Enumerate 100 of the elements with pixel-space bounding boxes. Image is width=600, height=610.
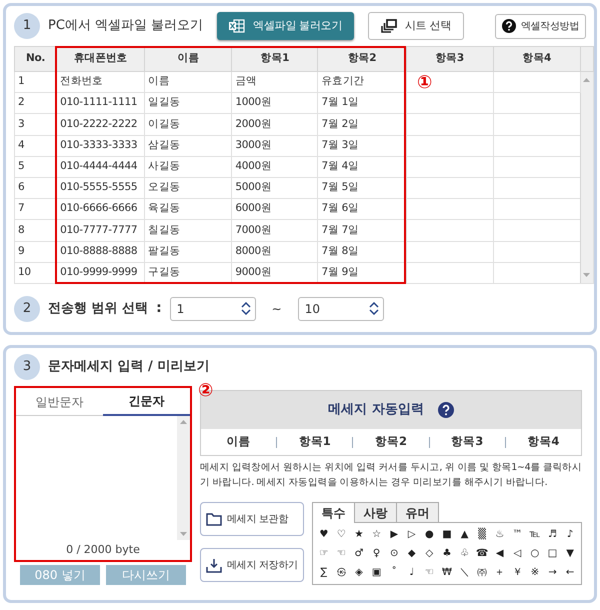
- section-title: PC에서 엑셀파일 불러오기: [48, 17, 204, 36]
- column-header: 휴대폰번호: [56, 46, 145, 72]
- symbol-key[interactable]: ♂: [350, 544, 368, 564]
- table-cell: 7월 3일: [318, 135, 406, 156]
- colon: :: [156, 299, 162, 318]
- table-cell: 유효기간: [318, 72, 406, 93]
- symbol-category-tab[interactable]: 특수: [312, 502, 355, 524]
- symbol-key[interactable]: ♀: [368, 544, 386, 564]
- symbol-key[interactable]: ₩: [438, 563, 456, 582]
- table-cell: 6000원: [232, 198, 318, 220]
- annotation-number: ①: [417, 74, 432, 92]
- symbol-key[interactable]: ▣: [368, 563, 386, 582]
- help-icon: [502, 19, 516, 33]
- symbol-key[interactable]: ♩: [402, 563, 421, 582]
- table-cell: 8000원: [232, 241, 318, 262]
- symbol-key[interactable]: ☜: [332, 544, 350, 564]
- symbol-category-tab[interactable]: 사랑: [354, 502, 397, 522]
- scrollbar[interactable]: [177, 416, 190, 540]
- excel-guide-button[interactable]: 엑셀작성방법: [494, 14, 586, 38]
- symbol-key[interactable]: ○: [526, 544, 544, 564]
- symbol-key[interactable]: ▷: [402, 525, 421, 544]
- symbol-key[interactable]: ☞: [315, 544, 333, 564]
- table-cell: 10: [14, 262, 57, 284]
- increment-icon: [368, 302, 379, 308]
- table-cell: 4: [14, 135, 57, 156]
- symbol-key[interactable]: →: [544, 563, 562, 582]
- symbol-key[interactable]: ⊙: [385, 544, 403, 564]
- table-cell: 삼길동: [144, 135, 232, 156]
- panel-title: 메세지 자동입력: [328, 401, 424, 420]
- table-cell: 4000원: [232, 156, 318, 178]
- symbol-key[interactable]: ˚: [385, 563, 403, 582]
- symbol-key[interactable]: ◆: [402, 544, 421, 564]
- column-header: No.: [14, 46, 57, 72]
- symbol-key[interactable]: ￥: [508, 563, 526, 582]
- table-cell: 010-1111-1111: [56, 92, 145, 114]
- symbol-key[interactable]: ＋: [490, 563, 509, 582]
- table-cell: 사길동: [144, 156, 232, 178]
- symbol-key[interactable]: □: [544, 544, 562, 564]
- symbol-key[interactable]: ☆: [368, 525, 386, 544]
- symbol-key[interactable]: ●: [420, 525, 438, 544]
- symbol-key[interactable]: ▒: [473, 525, 491, 544]
- symbol-key[interactable]: ▶: [385, 525, 403, 544]
- symbol-key[interactable]: ℡: [526, 525, 544, 544]
- symbol-key[interactable]: ㈜: [473, 563, 491, 582]
- symbol-key[interactable]: ※: [526, 563, 544, 582]
- insert-field-button[interactable]: 이름: [201, 433, 276, 451]
- message-box-button[interactable]: 메세지 보관함: [200, 502, 304, 536]
- symbol-key[interactable]: ♨: [490, 525, 509, 544]
- symbol-key[interactable]: ☜: [420, 563, 438, 582]
- range-label: 전송행 범위 선택: [48, 300, 148, 318]
- symbol-key[interactable]: ♡: [332, 525, 350, 544]
- symbol-category-tab[interactable]: 유머: [396, 502, 439, 522]
- insert-field-button[interactable]: 항목4: [506, 433, 582, 451]
- number-input[interactable]: 10: [298, 296, 384, 321]
- byte-counter: 0 / 2000 byte: [65, 542, 141, 558]
- table-cell: 5: [14, 156, 57, 178]
- table-cell: 2: [14, 92, 57, 114]
- scrollbar[interactable]: [580, 72, 594, 284]
- table-cell: 010-3333-3333: [56, 135, 145, 156]
- symbol-key[interactable]: ♪: [561, 525, 579, 544]
- symbol-key[interactable]: ★: [350, 525, 368, 544]
- symbol-key[interactable]: ＼: [456, 563, 474, 582]
- table-cell: 1000원: [232, 92, 318, 114]
- table-cell: 7월 2일: [318, 114, 406, 136]
- symbol-key[interactable]: ♧: [456, 544, 474, 564]
- symbol-key[interactable]: ▼: [561, 544, 579, 564]
- symbol-key[interactable]: ◀: [490, 544, 509, 564]
- table-cell: 2000원: [232, 114, 318, 136]
- symbol-key[interactable]: ㉿: [332, 563, 350, 582]
- insert-field-button[interactable]: 항목3: [430, 433, 505, 451]
- select-sheet-button[interactable]: 시트 선택: [368, 12, 464, 40]
- table-cell: 9: [14, 241, 57, 262]
- symbol-key[interactable]: ←: [561, 563, 579, 582]
- table-cell: 금액: [232, 72, 318, 93]
- table-cell: 이길동: [144, 114, 232, 136]
- symbol-key[interactable]: ◈: [350, 563, 368, 582]
- symbol-key[interactable]: ♬: [544, 525, 562, 544]
- symbol-key[interactable]: ∑: [315, 563, 333, 582]
- help-icon: [438, 402, 454, 418]
- number-input[interactable]: 1: [170, 296, 256, 321]
- insert-field-button[interactable]: 항목1: [277, 433, 352, 451]
- table-cell: 7월 1일: [318, 92, 406, 114]
- table-cell: 오길동: [144, 177, 232, 199]
- symbol-key[interactable]: ◇: [420, 544, 438, 564]
- symbol-key[interactable]: ☎: [473, 544, 491, 564]
- symbol-key[interactable]: ™: [508, 525, 526, 544]
- load-excel-button[interactable]: 엑셀파일 불러오기: [217, 12, 354, 40]
- table-cell: 이름: [144, 72, 232, 93]
- column-header: 항목1: [232, 46, 318, 72]
- symbol-key[interactable]: ▲: [456, 525, 474, 544]
- insert-field-button[interactable]: 항목2: [353, 433, 429, 451]
- step-number: 2: [14, 296, 40, 322]
- symbol-key[interactable]: ■: [438, 525, 456, 544]
- symbol-key[interactable]: ◁: [508, 544, 526, 564]
- table-cell: 7000원: [232, 220, 318, 241]
- symbol-key[interactable]: ♣: [438, 544, 456, 564]
- download-icon: [206, 558, 222, 573]
- save-message-button[interactable]: 메세지 저장하기: [200, 548, 304, 582]
- symbol-key[interactable]: ♥: [315, 525, 333, 544]
- table-cell: 3: [14, 114, 57, 136]
